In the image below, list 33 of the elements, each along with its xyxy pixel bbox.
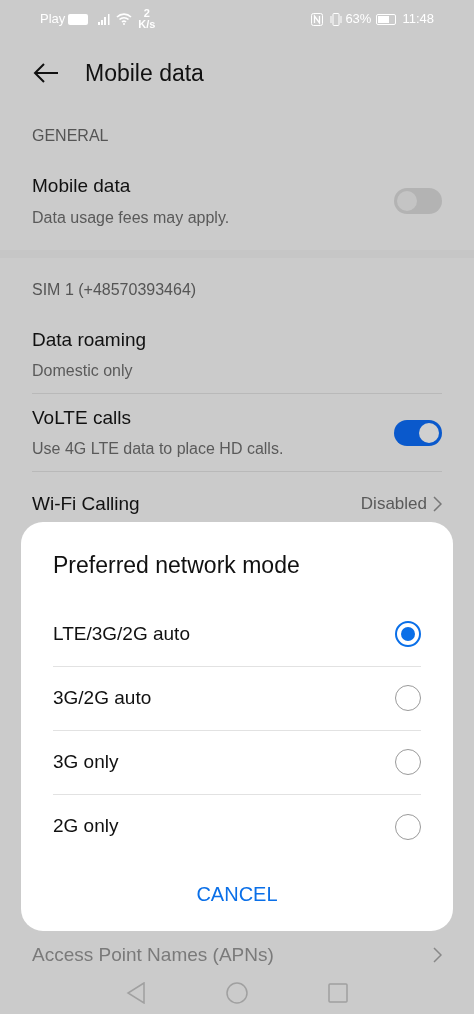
radio-button[interactable] [395,621,421,647]
section-heading: SIM 1 (+48570393464) [31,280,198,300]
setting-title: Data roaming [32,327,148,352]
radio-option[interactable]: 2G only [53,794,421,859]
toggle-switch[interactable] [394,419,442,446]
setting-subtitle: Use 4G LTE data to place HD calls. [32,439,285,460]
setting-title: Mobile data [32,174,132,199]
setting-title: Access Point Names (APNs) [32,942,275,967]
setting-subtitle: Domestic only [32,361,134,382]
signal-icon [98,13,113,25]
cancel-button[interactable]: CANCEL [188,870,286,917]
dialog-title: Preferred network mode [53,551,301,580]
vibrate-icon [329,12,344,26]
back-arrow-icon[interactable] [33,63,59,83]
radio-option[interactable]: 3G/2G auto [53,666,421,731]
wifi-icon [116,13,133,25]
setting-title: VoLTE calls [32,405,132,430]
setting-title: Wi-Fi Calling [32,491,141,516]
page-title: Mobile data [85,58,204,88]
battery-icon [376,13,397,25]
back-nav-icon[interactable] [126,982,146,1004]
home-nav-icon[interactable] [226,982,248,1004]
chevron-right-icon [433,947,442,963]
section-heading: GENERAL [31,126,110,146]
recents-nav-icon[interactable] [328,983,348,1003]
setting-value: Disabled [360,493,427,516]
chevron-right-icon [433,496,442,512]
radio-option[interactable]: 3G only [53,730,421,795]
toggle-switch[interactable] [394,188,442,214]
radio-option[interactable]: LTE/3G/2G auto [53,602,421,667]
nfc-icon [311,12,324,26]
volte-badge-icon [68,13,89,25]
setting-subtitle: Data usage fees may apply. [32,207,231,228]
